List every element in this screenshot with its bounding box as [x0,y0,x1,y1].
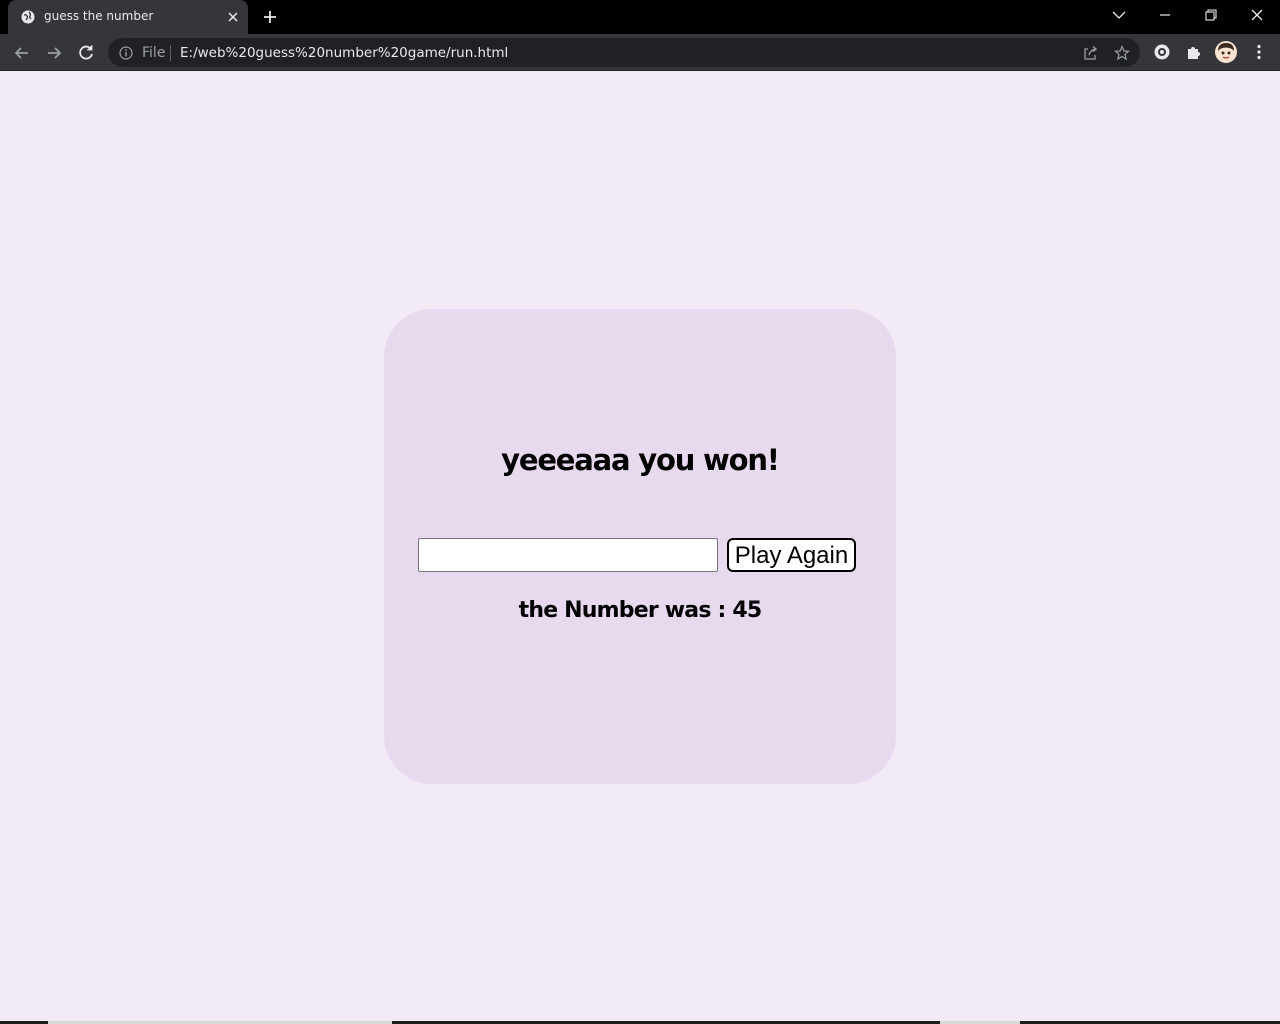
guess-input[interactable] [418,538,718,572]
star-icon[interactable] [1114,45,1130,61]
tab-strip: guess the number [0,0,1280,34]
tab-title: guess the number [44,9,154,23]
profile-face-icon [1218,43,1234,59]
scheme-label: File [142,45,166,61]
share-icon[interactable] [1082,45,1098,61]
globe-icon [21,10,35,24]
game-card: yeeeaaa you won! Play Again the Number w… [384,309,896,784]
url-text[interactable]: E:/web%20guess%20number%20game/run.html [180,45,508,61]
reload-icon[interactable] [76,43,96,63]
close-icon[interactable] [226,10,240,24]
chevron-down-icon[interactable] [1111,7,1127,23]
puzzle-icon[interactable] [1185,43,1203,61]
answer-text: the Number was : 45 [518,598,763,623]
info-icon[interactable] [119,46,133,60]
avatar[interactable] [1215,41,1237,63]
arrow-right-icon[interactable] [44,43,64,63]
play-again-button[interactable]: Play Again [727,538,856,572]
kebab-menu-icon[interactable] [1250,43,1268,61]
arrow-left-icon[interactable] [12,43,32,63]
omnibox-separator [170,45,171,61]
plus-icon[interactable] [262,9,278,25]
browser-toolbar: File E:/web%20guess%20number%20game/run.… [0,34,1280,71]
address-bar[interactable]: File E:/web%20guess%20number%20game/run.… [108,38,1140,67]
browser-tab[interactable]: guess the number [8,0,248,34]
extension-icon[interactable] [1153,43,1171,61]
restore-icon[interactable] [1203,7,1219,23]
minimize-icon[interactable] [1157,7,1173,23]
close-window-icon[interactable] [1249,7,1265,23]
result-heading: yeeeaaa you won! [501,443,780,477]
